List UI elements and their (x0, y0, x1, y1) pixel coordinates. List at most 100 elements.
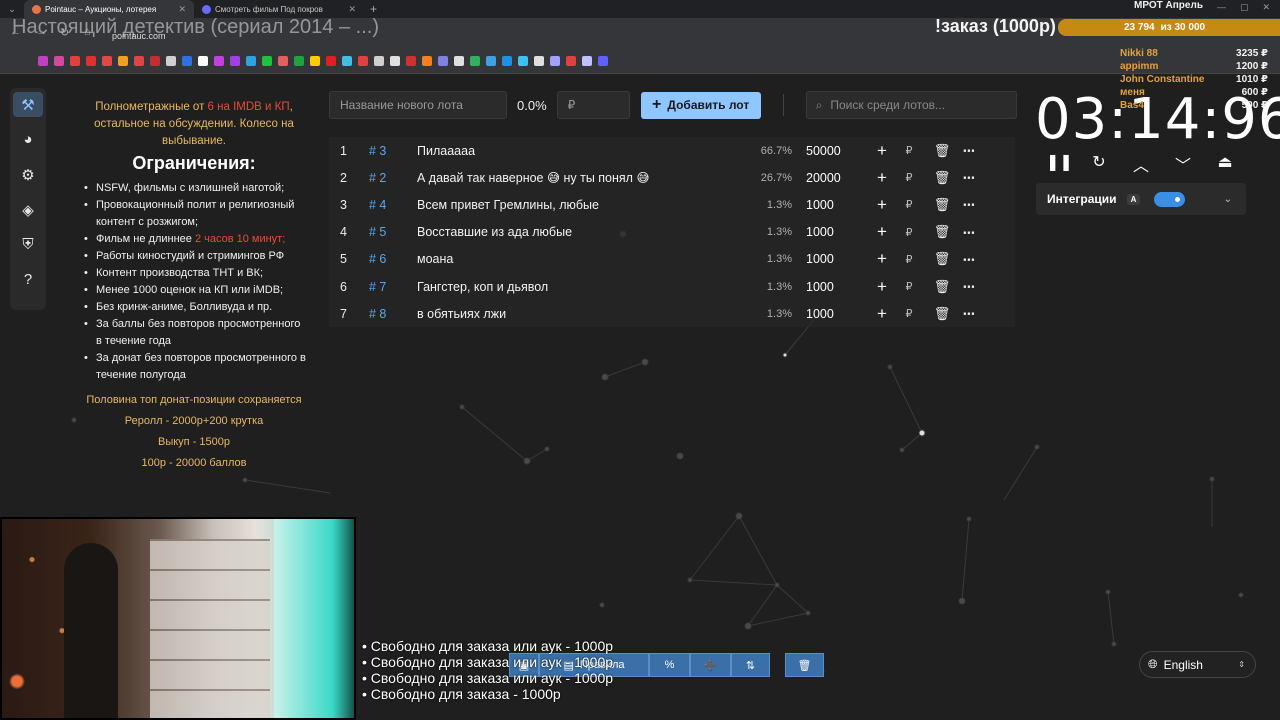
percent-toggle-button[interactable]: % (649, 653, 690, 677)
bookmark-icon[interactable] (86, 55, 96, 66)
bookmark-icon[interactable] (374, 55, 384, 66)
currency-input[interactable]: ₽ (892, 171, 926, 184)
chevron-down-icon[interactable]: ﹀ (1172, 152, 1194, 176)
bookmark-icon[interactable] (486, 55, 496, 66)
lot-row[interactable]: 3 # 4 Всем привет Гремлины, любые 1.3% 1000 +… (329, 191, 1015, 219)
divide-icon[interactable]: ➗ (690, 653, 731, 677)
bookmark-icon[interactable] (214, 55, 224, 66)
bookmark-icon[interactable] (358, 55, 368, 66)
lot-search-input[interactable]: ⌕ Поиск среди лотов... (805, 91, 1017, 119)
delete-lot-icon[interactable]: 🗑︎ (926, 279, 958, 295)
bookmark-icon[interactable] (566, 55, 576, 66)
bookmark-icon[interactable] (406, 55, 416, 66)
lot-amount[interactable]: 1000 (792, 198, 872, 212)
lot-row[interactable]: 1 # 3 Пилааааа 66.7% 50000 + ₽ 🗑︎ ⋯ (329, 137, 1015, 165)
lot-name-input[interactable]: Название нового лота (329, 91, 507, 119)
help-icon[interactable]: ? (13, 267, 43, 292)
lot-name[interactable]: в обятьиях лжи (417, 307, 733, 321)
delete-lot-icon[interactable]: 🗑︎ (926, 170, 958, 186)
more-options-icon[interactable]: ⋯ (958, 197, 980, 212)
bookmark-icon[interactable] (550, 55, 560, 66)
lot-row[interactable]: 5 # 6 моана 1.3% 1000 + ₽ 🗑︎ ⋯ (329, 245, 1015, 273)
layers-icon[interactable]: ◈ (13, 197, 43, 222)
lot-row[interactable]: 4 # 5 Восставшие из ада любые 1.3% 1000 + ₽ 🗑︎ ⋯ (329, 218, 1015, 246)
bookmark-icon[interactable] (326, 55, 336, 66)
add-amount-icon[interactable]: + (872, 249, 892, 269)
add-amount-icon[interactable]: + (872, 222, 892, 242)
bookmark-icon[interactable] (38, 55, 48, 66)
integrations-panel[interactable]: Интеграции A ⌄ (1036, 183, 1246, 215)
new-tab-icon[interactable]: + (364, 2, 383, 16)
bookmark-icon[interactable] (182, 55, 192, 66)
lot-row[interactable]: 7 # 8 в обятьиях лжи 1.3% 1000 + ₽ 🗑︎ ⋯ (329, 300, 1015, 328)
add-amount-icon[interactable]: + (872, 195, 892, 215)
bookmark-icon[interactable] (582, 55, 592, 66)
shield-icon[interactable]: ⛨ (13, 232, 43, 257)
lot-name[interactable]: Восставшие из ада любые (417, 225, 733, 239)
currency-input[interactable]: ₽ (892, 198, 926, 211)
bookmark-icon[interactable] (342, 55, 352, 66)
lot-name[interactable]: Гангстер, коп и дьявол (417, 280, 733, 294)
lot-row[interactable]: 6 # 7 Гангстер, коп и дьявол 1.3% 1000 + ₽ 🗑︎ ⋯ (329, 272, 1015, 301)
lot-name[interactable]: А давай так наверное 😅 ну ты понял 😅 (417, 170, 733, 185)
currency-input[interactable]: ₽ (892, 226, 926, 239)
chevron-down-icon[interactable]: ⌄ (1224, 194, 1232, 205)
lot-name[interactable]: Всем привет Гремлины, любые (417, 198, 733, 212)
bookmark-icon[interactable] (310, 55, 320, 66)
currency-input[interactable]: ₽ (892, 253, 926, 266)
add-amount-icon[interactable]: + (872, 277, 892, 297)
bookmark-icon[interactable] (454, 55, 464, 66)
chevron-up-icon[interactable]: ︿ (1130, 152, 1152, 176)
delete-lot-icon[interactable]: 🗑︎ (926, 251, 958, 267)
bookmark-icon[interactable] (54, 55, 64, 66)
bookmark-icon[interactable] (294, 55, 304, 66)
sort-icon[interactable]: ⇅ (731, 653, 770, 677)
currency-input[interactable]: ₽ (892, 307, 926, 320)
bookmark-icon[interactable] (534, 55, 544, 66)
lot-amount[interactable]: 1000 (792, 280, 872, 294)
more-options-icon[interactable]: ⋯ (958, 170, 980, 185)
delete-lot-icon[interactable]: 🗑︎ (926, 306, 958, 322)
language-select[interactable]: 🌐︎ English ⇕ (1139, 651, 1256, 678)
wheel-icon[interactable]: ◕ (13, 127, 43, 152)
delete-lot-icon[interactable]: 🗑︎ (926, 224, 958, 240)
bookmark-icon[interactable] (422, 55, 432, 66)
more-options-icon[interactable]: ⋯ (958, 143, 980, 158)
bookmark-icon[interactable] (518, 55, 528, 66)
close-tab-icon[interactable]: ✕ (178, 4, 186, 15)
bookmark-icon[interactable] (134, 55, 144, 66)
gear-icon[interactable]: ⚙ (13, 162, 43, 187)
add-lot-button[interactable]: + Добавить лот (640, 91, 761, 119)
bookmark-icon[interactable] (166, 55, 176, 66)
more-options-icon[interactable]: ⋯ (958, 225, 980, 240)
lot-amount[interactable]: 1000 (792, 252, 872, 266)
bookmark-icon[interactable] (150, 55, 160, 66)
add-amount-icon[interactable]: + (872, 141, 892, 161)
delete-lot-icon[interactable]: 🗑︎ (926, 197, 958, 213)
bookmark-icon[interactable] (198, 55, 208, 66)
reset-icon[interactable]: ↻ (1088, 152, 1110, 176)
bookmark-icon[interactable] (118, 55, 128, 66)
pause-icon[interactable]: ❚❚ (1046, 152, 1073, 176)
lot-row[interactable]: 2 # 2 А давай так наверное 😅 ну ты понял 😅… (329, 164, 1015, 192)
more-options-icon[interactable]: ⋯ (958, 279, 980, 294)
currency-input[interactable]: ₽ (892, 144, 926, 157)
currency-input[interactable]: ₽ (892, 280, 926, 293)
bookmark-icon[interactable] (390, 55, 400, 66)
double-chevron-up-icon[interactable]: ⏏ (1214, 152, 1236, 176)
bookmark-icon[interactable] (598, 55, 608, 66)
lot-name[interactable]: моана (417, 252, 733, 266)
tab-menu-icon[interactable]: ⌄ (0, 4, 24, 15)
more-options-icon[interactable]: ⋯ (958, 306, 980, 321)
bookmark-icon[interactable] (70, 55, 80, 66)
bookmark-icon[interactable] (278, 55, 288, 66)
lot-amount[interactable]: 50000 (792, 144, 872, 158)
bookmark-icon[interactable] (262, 55, 272, 66)
bookmark-icon[interactable] (230, 55, 240, 66)
minimize-icon[interactable]: — (1217, 2, 1226, 13)
bookmark-icon[interactable] (438, 55, 448, 66)
lot-amount-input[interactable]: ₽ (556, 91, 630, 119)
bookmark-icon[interactable] (502, 55, 512, 66)
gavel-icon[interactable]: ⚒ (13, 92, 43, 117)
add-amount-icon[interactable]: + (872, 304, 892, 324)
